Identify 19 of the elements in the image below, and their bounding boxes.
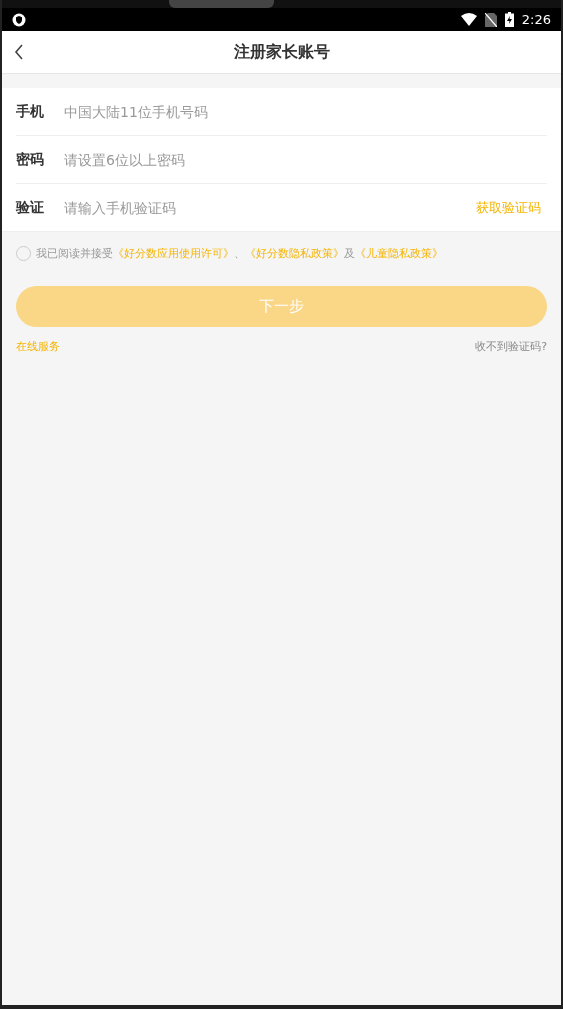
field-label: 验证 [16, 198, 45, 217]
page-title: 注册家长账号 [233, 41, 330, 63]
field-label: 密码 [16, 150, 45, 169]
policy-link[interactable]: 《儿童隐私政策》 [355, 247, 443, 260]
no-code-link[interactable]: 收不到验证码? [475, 339, 547, 354]
policy-link[interactable]: 《好分数应用使用许可》 [113, 247, 234, 260]
online-service-link[interactable]: 在线服务 [16, 339, 60, 354]
input-field[interactable]: 请设置6位以上密码 [64, 151, 547, 168]
no-sim-icon [484, 12, 497, 27]
agreement-text: 我已阅读并接受《好分数应用使用许可》、《好分数隐私政策》及《儿童隐私政策》 [36, 246, 443, 261]
field-label: 手机 [16, 102, 45, 121]
input-field[interactable]: 中国大陆11位手机号码 [64, 103, 547, 120]
shield-icon [12, 12, 26, 27]
get-code-button[interactable]: 获取验证码 [470, 194, 547, 221]
policy-link[interactable]: 《好分数隐私政策》 [245, 247, 344, 260]
battery-charging-icon [504, 12, 514, 27]
input-field[interactable]: 请输入手机验证码 [64, 199, 470, 216]
clock-time: 2:26 [521, 12, 551, 27]
wifi-icon [460, 13, 477, 26]
